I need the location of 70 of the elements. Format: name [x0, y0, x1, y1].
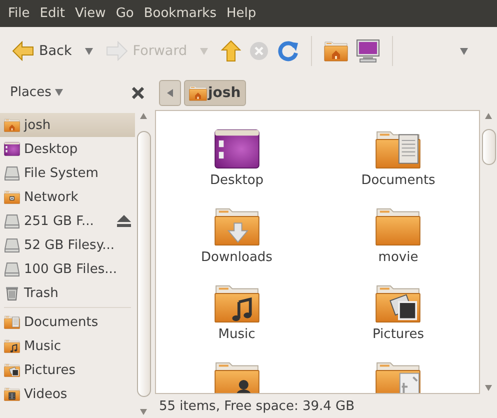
file-label[interactable]: Downloads	[201, 250, 272, 265]
music-folder-icon[interactable]	[214, 283, 260, 323]
caret-icon	[460, 48, 468, 54]
arrow-up-icon	[221, 40, 242, 62]
scroll-down-icon[interactable]	[485, 385, 492, 391]
documents-folder-icon[interactable]	[375, 129, 422, 169]
left-arrow-icon	[167, 88, 173, 96]
templates-folder-icon[interactable]	[375, 360, 422, 393]
arrow-right-icon	[106, 41, 128, 61]
videos-folder-icon	[4, 387, 20, 401]
drive-icon	[4, 261, 20, 277]
pictures-folder-icon[interactable]	[375, 283, 422, 323]
file-label[interactable]: movie	[378, 250, 418, 265]
menu-item[interactable]: Edit	[34, 6, 70, 21]
places-dropdown[interactable]: Places	[10, 85, 52, 100]
scroll-down-icon[interactable]	[140, 409, 147, 415]
scrollbar-thumb[interactable]	[482, 129, 496, 165]
file-label[interactable]: Desktop	[210, 173, 264, 188]
menu-item[interactable]: File	[3, 6, 35, 21]
desktop-icon	[4, 142, 20, 156]
menu-item[interactable]: View	[70, 6, 111, 21]
documents-folder-icon	[4, 315, 20, 329]
sidebar-item[interactable]: Videos	[0, 382, 135, 406]
caret-icon	[200, 48, 208, 54]
sidebar-item[interactable]: Pictures	[0, 358, 135, 382]
music-folder-icon	[4, 339, 20, 353]
sidebar-item[interactable]: Network	[0, 185, 135, 209]
monitor-icon	[356, 39, 380, 63]
home-folder-icon	[4, 118, 20, 132]
scrollbar-thumb[interactable]	[136, 131, 150, 397]
stop-icon	[249, 41, 270, 61]
sidebar-item[interactable]: 251 GB F...	[0, 209, 135, 233]
reload-icon	[277, 40, 300, 62]
person-folder-icon[interactable]	[214, 360, 260, 393]
close-icon[interactable]	[132, 86, 144, 98]
arrow-left-icon	[12, 41, 34, 61]
home-folder-icon	[189, 84, 207, 100]
sidebar-item[interactable]: Desktop	[0, 137, 135, 161]
caret-icon	[84, 48, 93, 54]
sidebar-item[interactable]: Documents	[0, 310, 135, 334]
downloads-folder-icon[interactable]	[214, 206, 260, 246]
file-label[interactable]: Documents	[361, 173, 436, 188]
sidebar-item[interactable]: Trash	[0, 281, 135, 305]
sidebar-item[interactable]: File System	[0, 161, 135, 185]
path-button[interactable]: josh	[184, 80, 246, 106]
desktop-icon[interactable]	[214, 129, 260, 169]
eject-icon[interactable]	[117, 215, 131, 227]
drive-icon	[4, 213, 20, 229]
scroll-up-icon[interactable]	[140, 113, 147, 119]
network-folder-icon	[4, 190, 20, 204]
drive-icon	[4, 165, 20, 181]
status-text: 55 items, Free space: 39.4 GB	[159, 398, 355, 414]
drive-icon	[4, 237, 20, 253]
sidebar-item[interactable]: Music	[0, 334, 135, 358]
sidebar-item[interactable]: 100 GB Files...	[0, 257, 135, 281]
sidebar-item[interactable]: 52 GB Filesy...	[0, 233, 135, 257]
menu-item[interactable]: Go	[110, 6, 139, 21]
menu-item[interactable]: Bookmarks	[138, 6, 222, 21]
sidebar-item[interactable]: josh	[0, 113, 135, 137]
file-label[interactable]: Pictures	[372, 327, 424, 342]
menu-item[interactable]: Help	[221, 6, 262, 21]
scroll-up-icon[interactable]	[485, 113, 492, 119]
home-folder-icon	[324, 40, 348, 62]
file-label[interactable]: Music	[218, 327, 256, 342]
trash-icon	[4, 285, 20, 301]
pictures-folder-icon	[4, 363, 20, 377]
caret-icon	[55, 89, 64, 96]
back-button[interactable]: Back	[8, 34, 76, 68]
folder-icon[interactable]	[375, 206, 422, 246]
path-left-button[interactable]	[159, 80, 181, 106]
